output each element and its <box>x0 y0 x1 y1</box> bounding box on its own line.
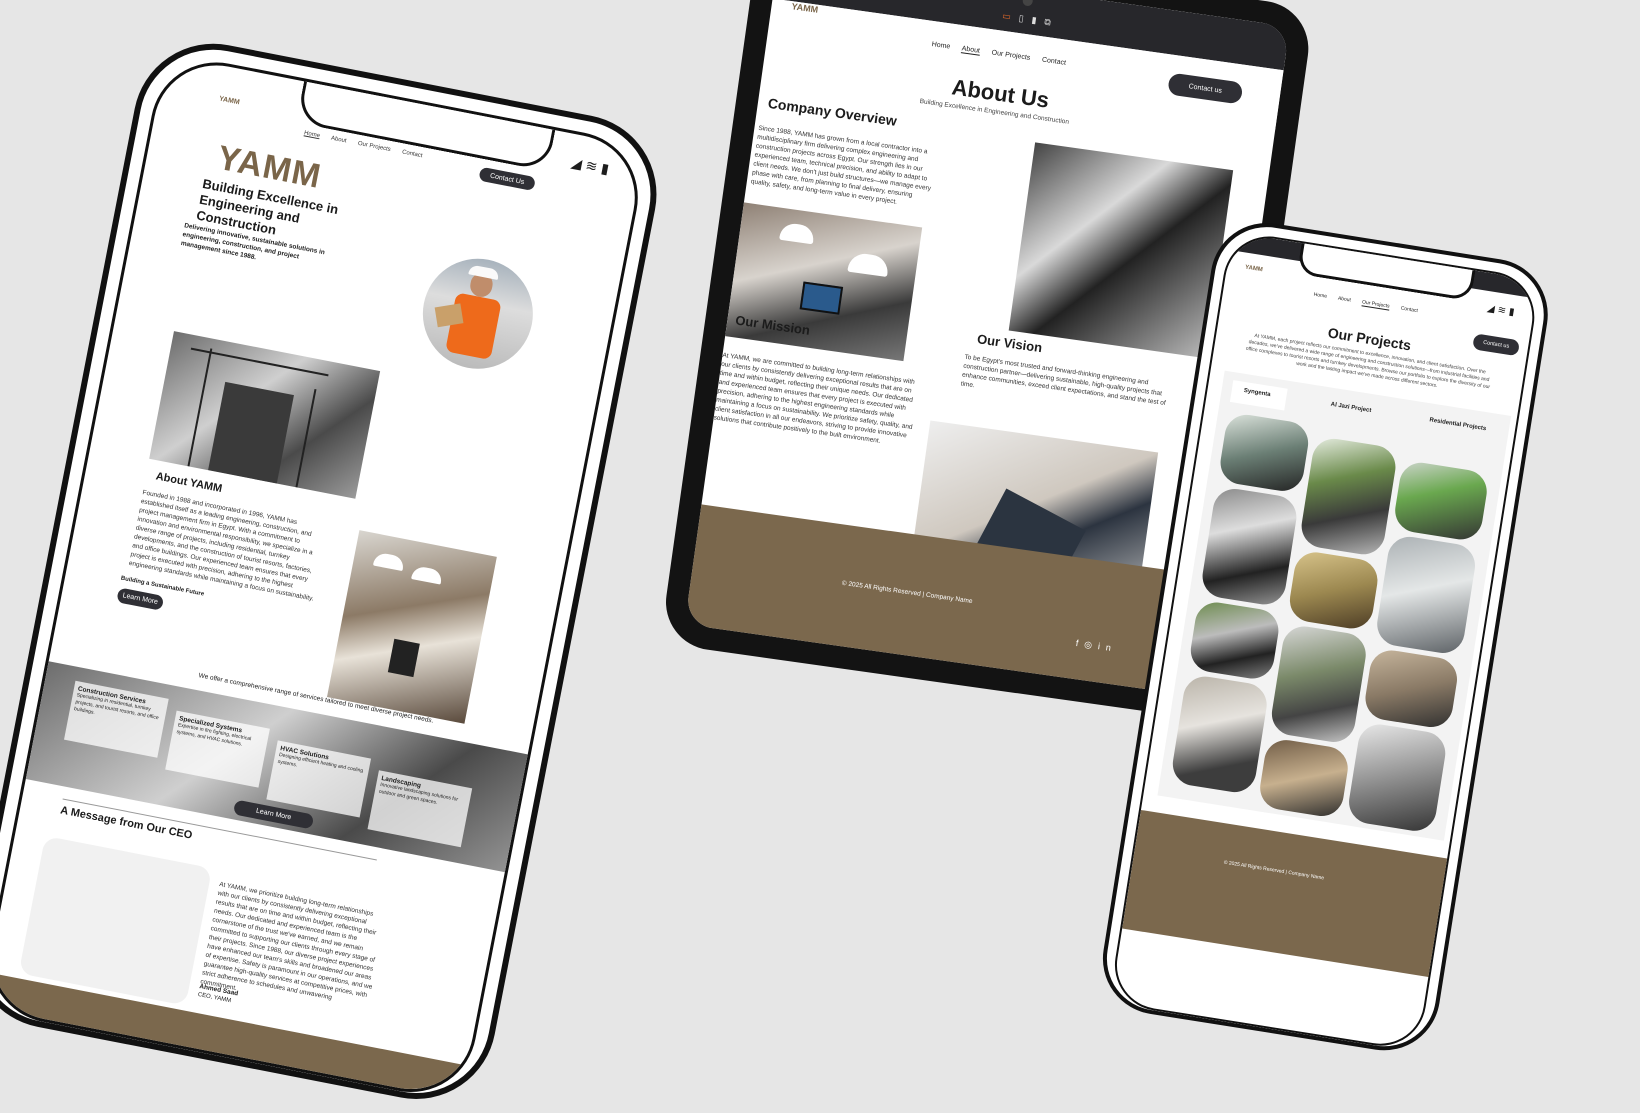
ceo-photo-placeholder <box>18 835 213 1006</box>
nav-contact[interactable]: Contact <box>1400 305 1418 314</box>
nav-home[interactable]: Home <box>1313 292 1327 300</box>
nav-contact[interactable]: Contact <box>1042 57 1067 67</box>
nav-about[interactable]: About <box>330 136 347 145</box>
hard-hat-icon <box>411 565 444 585</box>
nav-contact[interactable]: Contact <box>401 149 422 159</box>
contact-button[interactable]: Contact us <box>1167 72 1244 105</box>
camera-icon <box>1022 0 1034 7</box>
service-card[interactable]: Landscaping Innovative landscaping solut… <box>367 770 473 848</box>
about-learn-more-button[interactable]: Learn More <box>116 587 165 611</box>
hard-hat-icon <box>372 551 406 572</box>
project-photo[interactable] <box>1217 411 1312 495</box>
laptop-icon <box>799 281 844 315</box>
nav-about[interactable]: About <box>1337 296 1351 304</box>
engineers-team-photo <box>326 530 497 724</box>
nav-projects[interactable]: Our Projects <box>991 49 1031 61</box>
crane-silhouette <box>187 347 329 488</box>
status-icons: ◢≋▮ <box>570 154 615 179</box>
footer-copyright: © 2025 All Rights Reserved | Company Nam… <box>1223 859 1325 882</box>
nav-about[interactable]: About <box>961 45 981 56</box>
project-photo[interactable] <box>1286 549 1381 632</box>
project-photo[interactable] <box>1268 623 1369 746</box>
contact-button[interactable]: Contact Us <box>478 166 536 192</box>
vision-text: To be Egypt's most trusted and forward-t… <box>960 353 1167 408</box>
service-card[interactable]: Construction Services Specializing in re… <box>64 680 169 758</box>
project-photo[interactable] <box>1345 721 1449 834</box>
nav-home[interactable]: Home <box>931 41 950 51</box>
project-photo[interactable] <box>1187 599 1282 682</box>
footer-copyright: © 2025 All Rights Reserved | Company Nam… <box>841 579 973 606</box>
left-phone-screen: ◢≋▮ YAMM Home About Our Projects Contact… <box>0 51 650 1104</box>
linkedin-icon[interactable]: in <box>1097 641 1117 654</box>
responsive-icon[interactable]: ⧉ <box>1044 17 1060 29</box>
tab-al-jazi[interactable]: Al Jazi Project <box>1330 402 1371 414</box>
project-photo[interactable] <box>1199 485 1300 608</box>
nav-projects[interactable]: Our Projects <box>357 141 391 153</box>
engineers-laptop-photo <box>725 202 923 362</box>
battery-icon: ▮ <box>1508 306 1519 319</box>
contact-button[interactable]: Contact us <box>1472 333 1521 357</box>
left-phone-mockup: ◢≋▮ YAMM Home About Our Projects Contact… <box>0 30 671 1113</box>
status-icons: ◢≋▮ <box>1486 303 1518 319</box>
overview-heading: Company Overview <box>766 94 898 129</box>
vision-heading: Our Vision <box>976 331 1044 356</box>
site-logo[interactable]: YAMM <box>218 96 240 107</box>
nav-projects[interactable]: Our Projects <box>1361 299 1390 311</box>
device-switcher[interactable]: ▭▯▮⧉ <box>1002 11 1060 30</box>
hard-hat-icon <box>779 221 816 245</box>
clipboard-icon <box>434 303 464 328</box>
hard-hat-icon <box>847 251 890 278</box>
project-photo[interactable] <box>1362 647 1461 731</box>
project-photo[interactable] <box>1374 533 1479 657</box>
project-photo[interactable] <box>1169 673 1270 796</box>
safety-vest <box>445 292 502 360</box>
main-nav: Home About Our Projects Contact <box>1313 292 1428 316</box>
projects-gallery: Syngenta Al Jazi Project Residential Pro… <box>1157 370 1512 841</box>
battery-icon: ▮ <box>599 159 615 178</box>
project-photo[interactable] <box>1392 459 1490 543</box>
tablet-device-icon <box>387 638 420 678</box>
social-links: f◎in <box>1075 638 1117 655</box>
service-card[interactable]: HVAC Solutions Designing efficient heati… <box>266 740 372 818</box>
yamm-logo-icon[interactable]: YAMM <box>1245 265 1264 274</box>
tab-residential[interactable]: Residential Projects <box>1429 417 1487 432</box>
mission-text: At YAMM, we are committed to building lo… <box>713 351 916 445</box>
tab-syngenta[interactable]: Syngenta <box>1229 380 1288 411</box>
nav-home[interactable]: Home <box>304 130 321 139</box>
about-heading: About YAMM <box>154 470 224 496</box>
desktop-icon[interactable]: ▭ <box>1002 11 1020 23</box>
service-card[interactable]: Specialized Systems Expertise in fire fi… <box>165 710 270 788</box>
hero-engineer-photo <box>413 249 543 379</box>
project-photo[interactable] <box>1256 736 1351 820</box>
overview-text: Since 1988, YAMM has grown from a local … <box>750 124 932 206</box>
project-photo[interactable] <box>1298 435 1399 558</box>
main-nav: Home About Our Projects Contact <box>931 41 1076 68</box>
construction-site-photo <box>149 331 381 499</box>
building-facade-photo <box>1008 142 1234 359</box>
footer: © 2025 All Rights Reserved | Company Nam… <box>1122 809 1456 979</box>
